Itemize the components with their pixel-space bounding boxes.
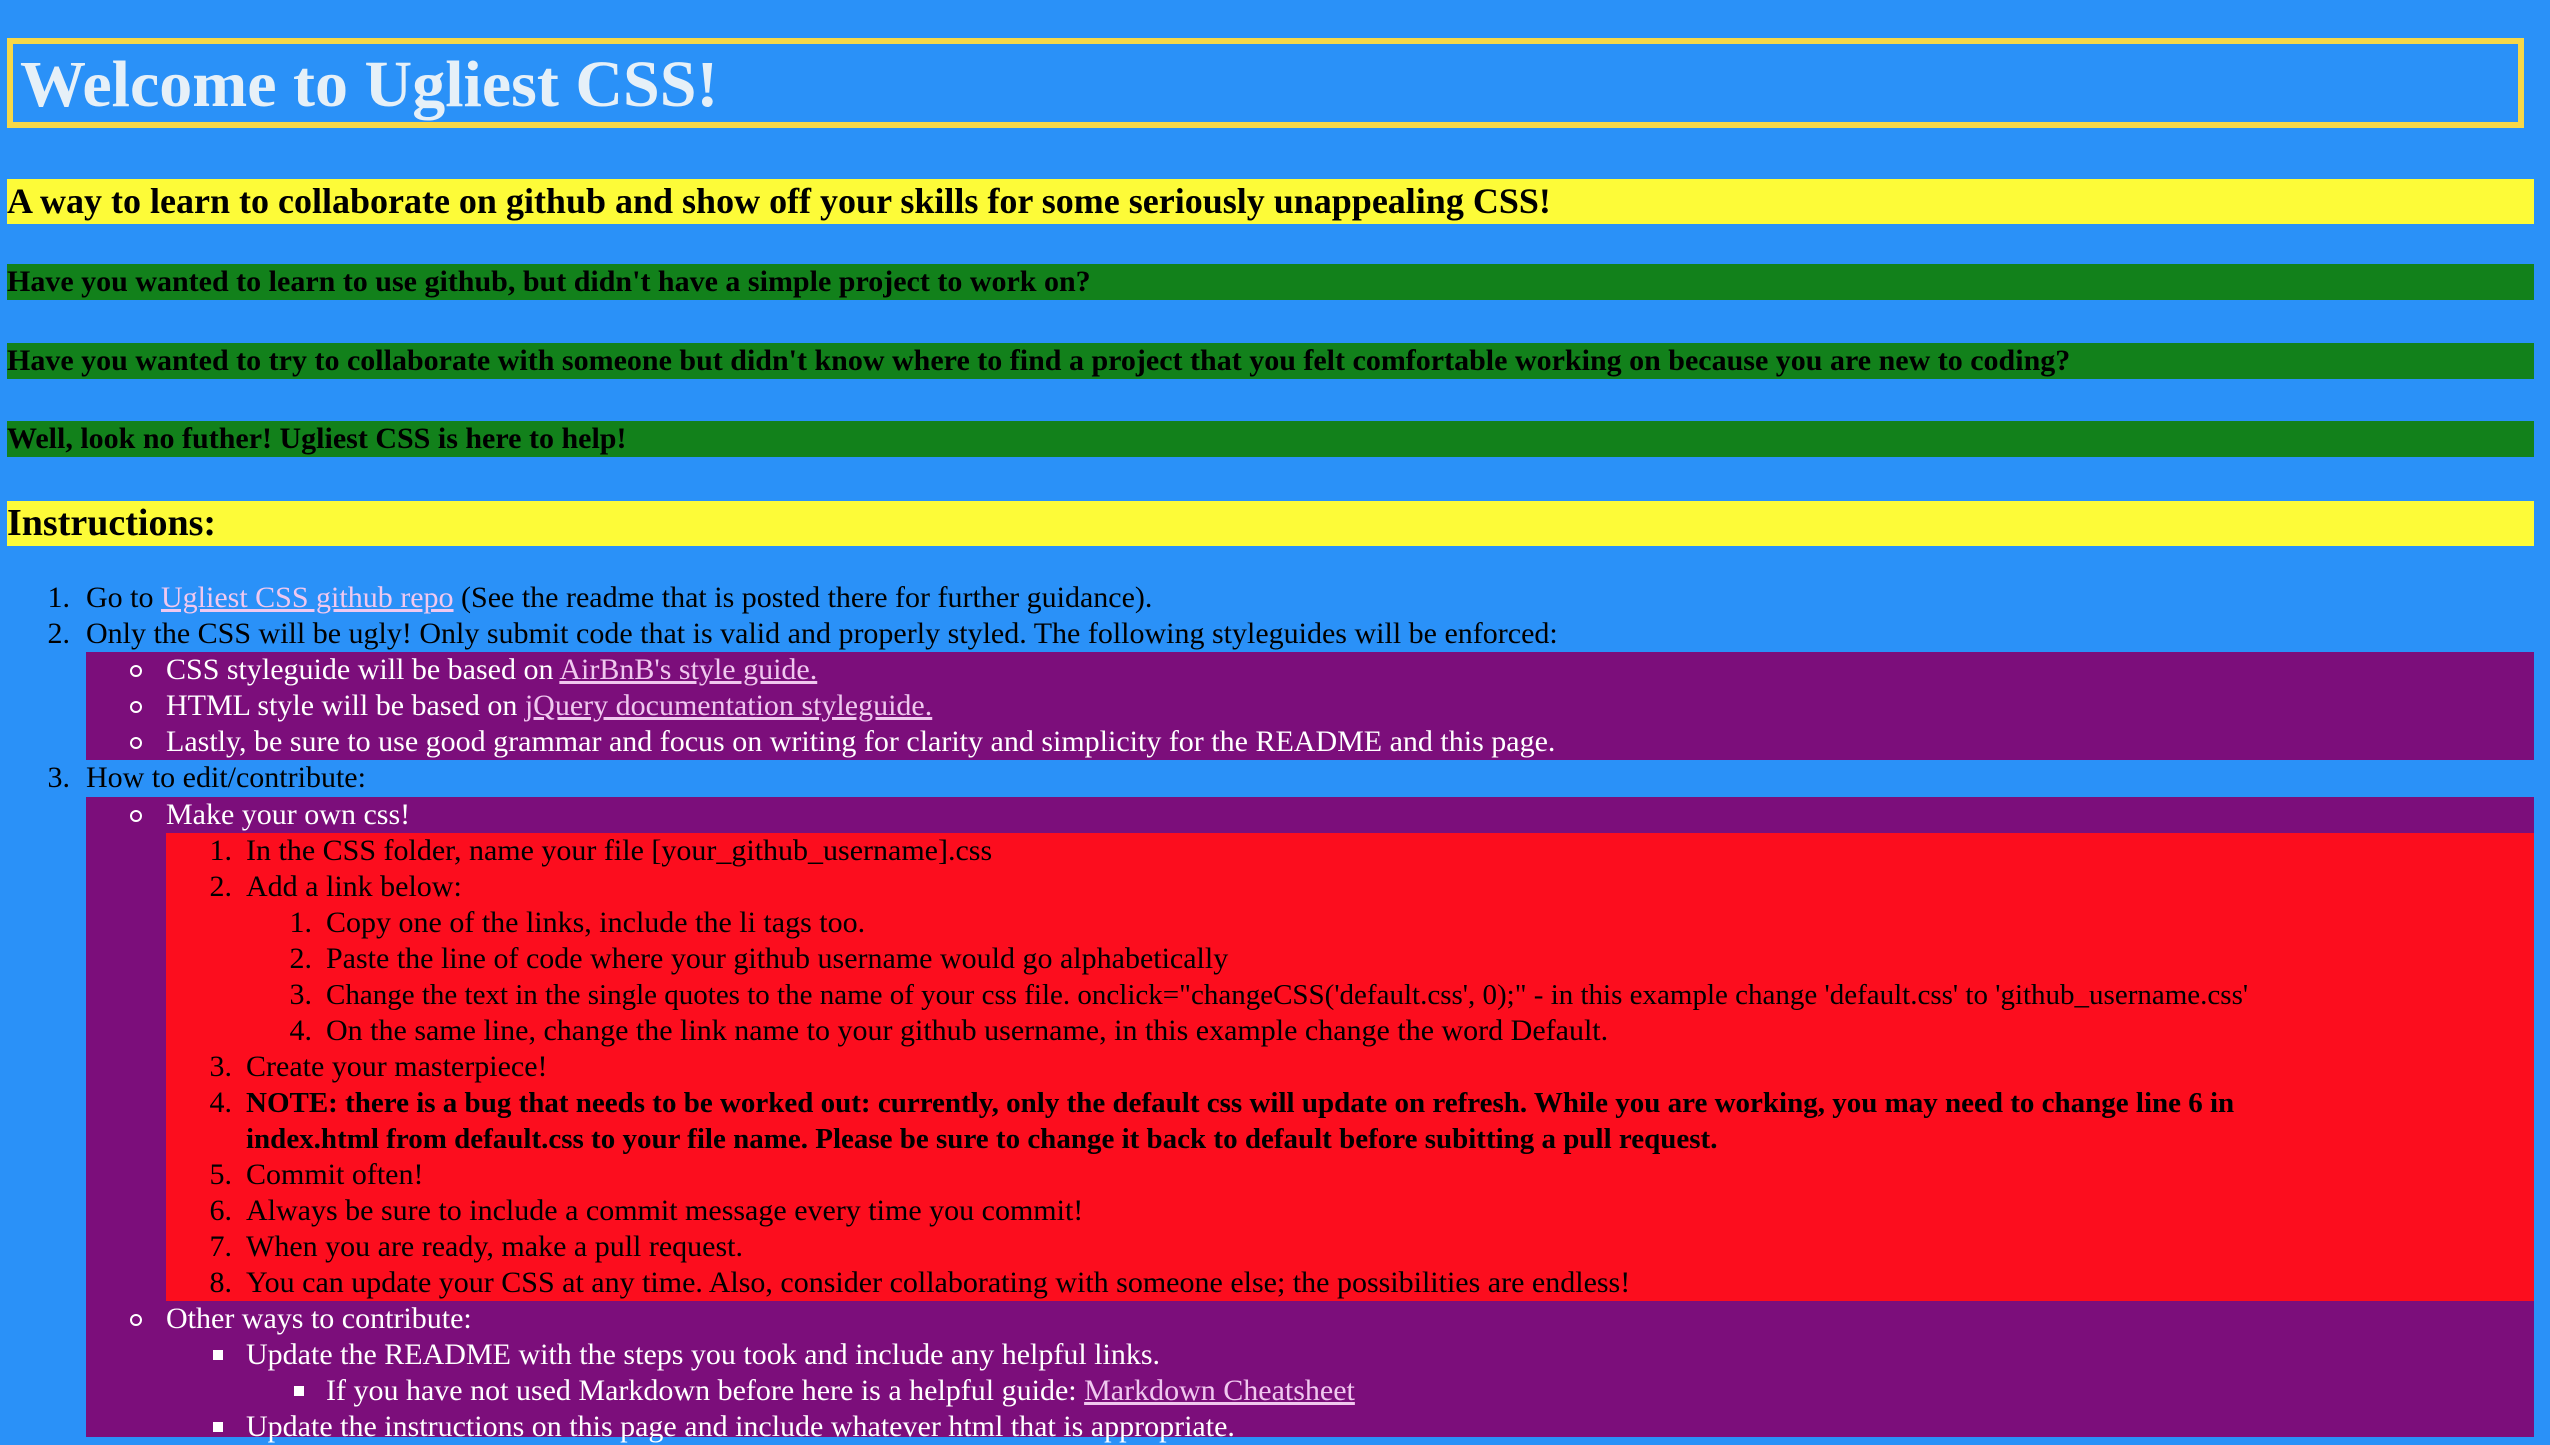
make-own-css: Make your own css! (166, 798, 411, 831)
substep-8: You can update your CSS at any time. Als… (246, 1266, 1631, 1299)
bullet-circle-icon (130, 701, 142, 713)
substep-number: 1. (209, 834, 233, 867)
bullet-square-icon (294, 1386, 304, 1396)
link-step-number: 1. (289, 906, 313, 939)
substep-number: 3. (209, 1050, 233, 1083)
css-styleguide-prefix: CSS styleguide will be based on (166, 653, 560, 686)
link-step-number: 3. (289, 978, 313, 1011)
substep-2: Add a link below: (246, 870, 462, 903)
page-title: Welcome to Ugliest CSS! (20, 48, 719, 121)
substep-number: 6. (209, 1194, 233, 1227)
bullet-circle-icon (130, 665, 142, 677)
html-styleguide-item: HTML style will be based on jQuery docum… (166, 688, 932, 724)
css-styleguide-item: CSS styleguide will be based on AirBnB's… (166, 652, 817, 688)
link-step-number: 2. (289, 942, 313, 975)
tagline: A way to learn to collaborate on github … (7, 179, 2534, 224)
ugliest-css-repo-link[interactable]: Ugliest CSS github repo (161, 581, 454, 614)
airbnb-style-guide-link[interactable]: AirBnB's style guide. (559, 653, 817, 686)
substep-number: 5. (209, 1158, 233, 1191)
substep-4-note: NOTE: there is a bug that needs to be wo… (246, 1087, 2235, 1119)
step-3-text: How to edit/contribute: (86, 761, 366, 794)
substep-6: Always be sure to include a commit messa… (246, 1194, 1084, 1227)
step-1: Go to Ugliest CSS github repo (See the r… (86, 580, 1152, 616)
substep-number: 7. (209, 1230, 233, 1263)
page: Welcome to Ugliest CSS! A way to learn t… (0, 0, 2550, 1443)
substep-1: In the CSS folder, name your file [your_… (246, 834, 993, 867)
step-3-number: 3. (47, 761, 71, 794)
question-2: Have you wanted to try to collaborate wi… (7, 343, 2534, 379)
bullet-square-icon (213, 1422, 223, 1432)
bullet-circle-icon (130, 810, 142, 822)
step-2-text: Only the CSS will be ugly! Only submit c… (86, 617, 1558, 650)
other-ways-heading: Other ways to contribute: (166, 1302, 472, 1335)
lastly-item: Lastly, be sure to use good grammar and … (166, 725, 1556, 758)
substep-number: 4. (209, 1086, 233, 1119)
update-instructions-item: Update the instructions on this page and… (246, 1410, 1235, 1443)
substep-number: 2. (209, 870, 233, 903)
link-step-1: Copy one of the links, include the li ta… (326, 906, 866, 939)
jquery-styleguide-link[interactable]: jQuery documentation styleguide. (525, 689, 932, 722)
question-3: Well, look no futher! Ugliest CSS is her… (7, 421, 2534, 457)
markdown-cheatsheet-link[interactable]: Markdown Cheatsheet (1084, 1374, 1355, 1407)
instructions-heading: Instructions: (7, 501, 2534, 546)
link-step-3: Change the text in the single quotes to … (326, 979, 2249, 1011)
link-step-4: On the same line, change the link name t… (326, 1014, 1609, 1047)
link-step-2: Paste the line of code where your github… (326, 942, 1229, 975)
step-1-suffix: (See the readme that is posted there for… (453, 581, 1153, 614)
markdown-item: If you have not used Markdown before her… (326, 1373, 1355, 1409)
bullet-circle-icon (130, 737, 142, 749)
substep-7: When you are ready, make a pull request. (246, 1230, 744, 1263)
html-styleguide-prefix: HTML style will be based on (166, 689, 525, 722)
substep-4-note-continued: index.html from default.css to your file… (246, 1123, 1718, 1155)
question-1: Have you wanted to learn to use github, … (7, 264, 2534, 300)
step-1-prefix: Go to (86, 581, 161, 614)
readme-item: Update the README with the steps you too… (246, 1338, 1161, 1371)
substep-3: Create your masterpiece! (246, 1050, 548, 1083)
link-step-number: 4. (289, 1014, 313, 1047)
substep-number: 8. (209, 1266, 233, 1299)
markdown-prefix: If you have not used Markdown before her… (326, 1374, 1085, 1407)
step-2-number: 2. (47, 617, 71, 650)
step-1-number: 1. (47, 581, 71, 614)
bullet-circle-icon (130, 1314, 142, 1326)
bullet-square-icon (213, 1350, 223, 1360)
substep-5: Commit often! (246, 1158, 424, 1191)
